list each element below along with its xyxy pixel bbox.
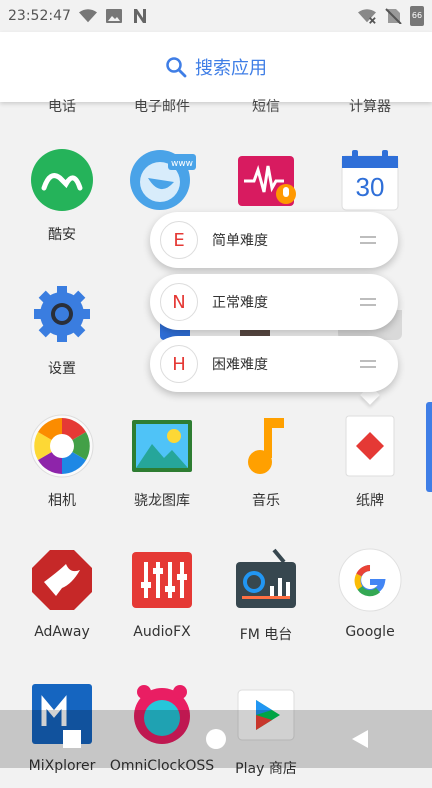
triangle-back-icon bbox=[352, 730, 368, 748]
wifi-off-icon bbox=[358, 9, 376, 24]
settings-icon bbox=[30, 282, 94, 346]
home-button[interactable] bbox=[196, 719, 236, 759]
app-label: 计算器 bbox=[349, 99, 391, 115]
app-cards[interactable]: 纸牌 bbox=[316, 400, 424, 520]
status-time: 23:52:47 bbox=[8, 8, 71, 24]
audiofx-icon bbox=[130, 548, 194, 612]
recents-button[interactable] bbox=[52, 719, 92, 759]
square-icon bbox=[63, 730, 81, 748]
notification-n-icon bbox=[133, 9, 146, 23]
app-gallery[interactable]: 骁龙图库 bbox=[108, 400, 216, 520]
wifi-icon bbox=[78, 9, 97, 23]
radio-icon bbox=[234, 548, 298, 612]
search-icon bbox=[166, 57, 187, 78]
drag-handle-icon[interactable] bbox=[360, 298, 376, 306]
app-label: 音乐 bbox=[252, 493, 280, 509]
app-label: FM 电台 bbox=[239, 627, 293, 643]
search-label: 搜索应用 bbox=[195, 58, 267, 79]
difficulty-letter-badge: E bbox=[160, 221, 198, 259]
app-label: 相机 bbox=[48, 493, 76, 509]
scroll-indicator[interactable] bbox=[426, 402, 432, 492]
circle-icon bbox=[206, 729, 226, 749]
menu-item-label: 正常难度 bbox=[212, 295, 268, 311]
google-icon bbox=[338, 548, 402, 612]
app-audiofx[interactable]: AudioFX bbox=[108, 534, 216, 654]
svg-text:www: www bbox=[171, 159, 193, 169]
previous-row-labels: 电话 电子邮件 短信 计算器 bbox=[0, 96, 432, 120]
recorder-icon bbox=[234, 148, 298, 212]
app-label: Google bbox=[345, 624, 395, 640]
app-label: AdAway bbox=[34, 624, 90, 640]
app-camera[interactable]: 相机 bbox=[8, 400, 116, 520]
difficulty-letter-badge: H bbox=[160, 345, 198, 383]
gallery-icon bbox=[130, 414, 194, 478]
app-settings[interactable]: 设置 bbox=[8, 268, 116, 388]
app-fm-radio[interactable]: FM 电台 bbox=[212, 534, 320, 654]
app-coolapk[interactable]: 酷安 bbox=[8, 134, 116, 254]
adaway-icon bbox=[30, 548, 94, 612]
menu-item-label: 困难难度 bbox=[212, 357, 268, 373]
app-label: 设置 bbox=[48, 361, 76, 377]
image-icon bbox=[105, 9, 122, 23]
app-label: 电话 bbox=[48, 99, 76, 115]
app-label: AudioFX bbox=[133, 624, 191, 640]
app-music[interactable]: 音乐 bbox=[212, 400, 320, 520]
menu-item-easy[interactable]: E 简单难度 bbox=[150, 212, 398, 268]
navigation-bar bbox=[0, 710, 432, 768]
app-label: 酷安 bbox=[48, 227, 76, 243]
app-adaway[interactable]: AdAway bbox=[8, 534, 116, 654]
status-bar: 23:52:47 66 bbox=[0, 0, 432, 32]
drag-handle-icon[interactable] bbox=[360, 360, 376, 368]
app-search-bar[interactable]: 搜索应用 bbox=[0, 32, 432, 102]
coolapk-icon bbox=[30, 148, 94, 212]
music-icon bbox=[234, 414, 298, 478]
no-sim-icon bbox=[385, 8, 402, 24]
camera-icon bbox=[30, 414, 94, 478]
app-label: 电子邮件 bbox=[134, 99, 190, 115]
menu-item-label: 简单难度 bbox=[212, 233, 268, 249]
calendar-icon: 30 bbox=[338, 148, 402, 212]
app-label: 短信 bbox=[252, 99, 280, 115]
calendar-day: 30 bbox=[355, 172, 385, 202]
drag-handle-icon[interactable] bbox=[360, 236, 376, 244]
app-label: 纸牌 bbox=[356, 493, 384, 509]
app-label: 骁龙图库 bbox=[134, 493, 190, 509]
battery-icon: 66 bbox=[410, 6, 424, 26]
menu-item-hard[interactable]: H 困难难度 bbox=[150, 336, 398, 392]
difficulty-letter-badge: N bbox=[160, 283, 198, 321]
back-button[interactable] bbox=[340, 719, 380, 759]
cards-icon bbox=[338, 414, 402, 478]
menu-item-normal[interactable]: N 正常难度 bbox=[150, 274, 398, 330]
app-google[interactable]: Google bbox=[316, 534, 424, 654]
battery-level: 66 bbox=[411, 11, 423, 20]
browser-icon: www bbox=[130, 148, 196, 212]
